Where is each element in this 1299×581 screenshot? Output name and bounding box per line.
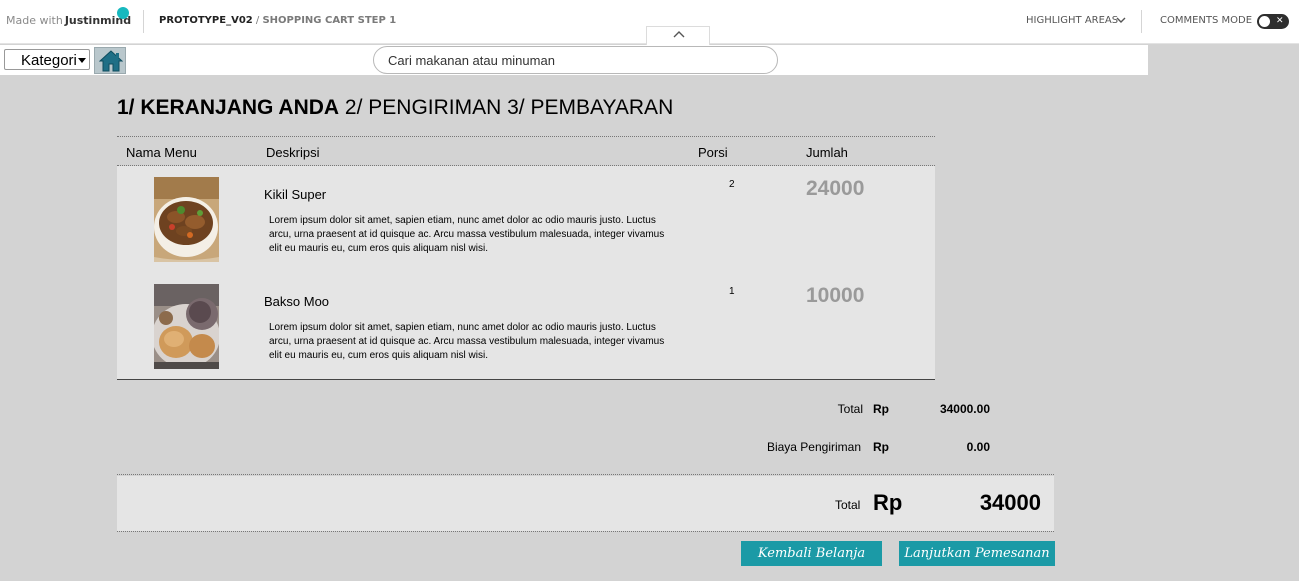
grand-total-value: 34000 (979, 490, 1041, 515)
step-cart: 1/ KERANJANG ANDA (117, 96, 340, 119)
column-header-portion: Porsi (698, 145, 728, 160)
food-image (154, 284, 219, 369)
shipping-label: Biaya Pengiriman (766, 440, 861, 454)
category-dropdown-label: Kategori (21, 52, 77, 69)
divider (117, 136, 935, 137)
viewer-toolbar: Made with Justinmind PROTOTYPE_V02 / SHOP… (0, 0, 1299, 45)
divider (143, 10, 144, 33)
brand-logo[interactable]: Made with Justinmind (6, 14, 131, 27)
chevron-down-icon[interactable] (1115, 14, 1127, 26)
chevron-up-icon (673, 31, 685, 38)
checkout-steps: 1/ KERANJANG ANDA 2/ PENGIRIMAN 3/ PEMBA… (117, 96, 673, 120)
comments-mode-toggle[interactable]: ✕ (1257, 14, 1289, 29)
continue-order-button[interactable]: Lanjutkan Pemesanan (899, 541, 1055, 566)
grand-total-label: Total (835, 498, 861, 512)
highlight-areas-button[interactable]: HIGHLIGHT AREAS (1026, 15, 1118, 26)
column-header-amount: Jumlah (806, 145, 848, 160)
divider (117, 531, 1054, 532)
shipping-value: 0.00 (966, 440, 990, 454)
shipping-currency: Rp (873, 440, 889, 454)
subtotal-label: Total (837, 402, 863, 416)
home-button[interactable] (94, 47, 126, 74)
toggle-knob (1259, 16, 1270, 27)
cart-items: Kikil Super Lorem ipsum dolor sit amet, … (117, 166, 935, 380)
category-dropdown[interactable]: Kategori (4, 49, 90, 70)
page-name[interactable]: SHOPPING CART STEP 1 (262, 15, 396, 26)
subtotal-value: 34000.00 (939, 402, 990, 416)
grand-total-currency: Rp (873, 490, 903, 515)
step-shipping: 2/ PENGIRIMAN (339, 96, 502, 119)
divider (1141, 10, 1142, 33)
item-amount: 10000 (806, 284, 865, 307)
item-name: Kikil Super (264, 187, 327, 202)
divider (117, 474, 1054, 475)
comments-mode-label: COMMENTS MODE (1160, 15, 1253, 26)
table-row: Kikil Super Lorem ipsum dolor sit amet, … (117, 166, 935, 266)
app-header: Kategori (0, 45, 1148, 75)
grand-total-panel: Total Rp 34000 (117, 476, 1054, 531)
breadcrumb: PROTOTYPE_V02 / SHOPPING CART STEP 1 (159, 15, 396, 26)
item-quantity: 2 (729, 179, 735, 190)
close-icon: ✕ (1276, 16, 1284, 26)
item-amount: 24000 (806, 177, 865, 200)
column-header-description: Deskripsi (266, 145, 320, 160)
step-payment: 3/ PEMBAYARAN (501, 96, 674, 119)
caret-down-icon (78, 58, 86, 63)
collapse-toolbar-tab[interactable] (646, 26, 710, 45)
breadcrumb-separator: / (252, 15, 263, 26)
subtotal-currency: Rp (873, 402, 889, 416)
brand-dot-icon (117, 7, 129, 19)
column-header-menu: Nama Menu (126, 145, 197, 160)
search-input[interactable] (373, 46, 778, 74)
back-to-shopping-button[interactable]: Kembali Belanja (741, 541, 882, 566)
item-name: Bakso Moo (264, 294, 330, 309)
made-with-label: Made with (6, 14, 63, 27)
home-icon (99, 50, 123, 72)
item-description: Lorem ipsum dolor sit amet, sapien etiam… (269, 215, 665, 254)
item-quantity: 1 (729, 286, 735, 297)
food-image (154, 177, 219, 262)
table-row: Bakso Moo Lorem ipsum dolor sit amet, sa… (117, 273, 935, 373)
project-name[interactable]: PROTOTYPE_V02 (159, 15, 253, 26)
item-description: Lorem ipsum dolor sit amet, sapien etiam… (269, 322, 665, 361)
